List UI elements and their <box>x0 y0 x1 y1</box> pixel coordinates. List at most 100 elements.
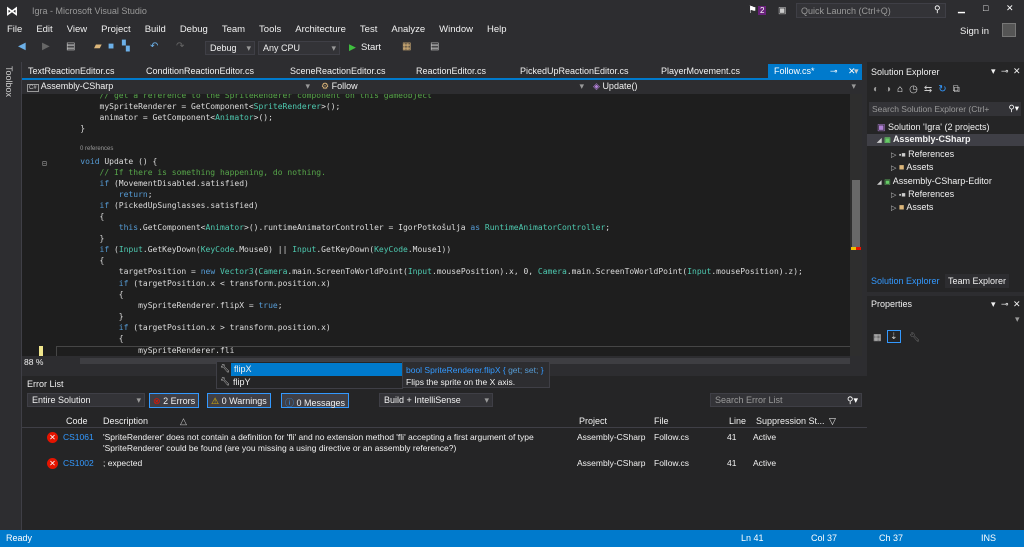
search-error-list-input[interactable]: Search Error List ⚲▾ <box>710 393 862 407</box>
forward-icon[interactable]: ▶ <box>42 41 50 52</box>
toolbar-tool-icon[interactable]: ▤ <box>430 41 439 52</box>
quick-launch-input[interactable]: Quick Launch (Ctrl+Q) <box>796 3 946 18</box>
code-line[interactable]: if (MovementDisabled.satisfied) <box>61 179 249 190</box>
close-icon[interactable]: ✕ <box>1013 299 1021 310</box>
redo-icon[interactable]: ↷ <box>176 41 184 52</box>
messages-filter-button[interactable]: ⓘ 0 Messages <box>281 393 350 408</box>
code-line[interactable]: if (targetPosition.x > transform.positio… <box>61 323 331 334</box>
tab-team-explorer[interactable]: Team Explorer <box>945 274 1010 288</box>
forward-icon[interactable]: ◑ <box>885 84 897 95</box>
errors-filter-button[interactable]: ⊗ 2 Errors <box>149 393 200 408</box>
code-line[interactable]: } <box>61 234 105 245</box>
column-line[interactable]: Line <box>729 416 746 426</box>
sync-icon[interactable]: ⇆ <box>924 84 938 95</box>
warnings-filter-button[interactable]: ⚠ 0 Warnings <box>207 393 271 408</box>
maximize-icon[interactable]: □ <box>983 3 988 13</box>
tree-project-assembly-csharp[interactable]: ◢ ▣ Assembly-CSharp <box>867 134 1024 146</box>
avatar[interactable] <box>1002 23 1016 37</box>
menu-edit[interactable]: Edit <box>29 22 59 38</box>
menu-analyze[interactable]: Analyze <box>384 22 432 38</box>
zoom-level[interactable]: 88 % <box>24 357 43 367</box>
pin-icon[interactable]: ⊸ <box>1001 66 1009 77</box>
code-line[interactable]: mySpriteRenderer.fli <box>61 346 234 356</box>
column-file[interactable]: File <box>654 416 669 426</box>
scrollbar-thumb[interactable] <box>852 180 860 250</box>
minimize-icon[interactable]: ▁ <box>958 3 965 14</box>
collapse-all-icon[interactable]: ⧉ <box>953 84 966 95</box>
menu-team[interactable]: Team <box>215 22 252 38</box>
tab-overflow-icon[interactable]: ▾ <box>848 64 865 78</box>
filter-icon[interactable]: ▽ <box>829 416 836 427</box>
code-line[interactable]: void Update () { <box>61 157 157 168</box>
column-project[interactable]: Project <box>579 416 607 426</box>
dropdown-icon[interactable]: ▾ <box>991 299 996 310</box>
toolbox-strip[interactable]: Toolbox <box>0 62 22 530</box>
tab-player-movement[interactable]: PlayerMovement.cs <box>655 64 746 78</box>
solution-search-input[interactable]: Search Solution Explorer (Ctrl+ ⚲▾ <box>869 102 1021 116</box>
history-icon[interactable]: ◷ <box>909 84 924 95</box>
chevron-down-icon[interactable]: ▾ <box>1015 314 1020 325</box>
sign-in-link[interactable]: Sign in <box>960 26 989 37</box>
notification-flag-icon[interactable]: ⚑ <box>748 5 757 16</box>
code-line[interactable]: } <box>61 312 124 323</box>
code-line[interactable]: if (targetPosition.x < transform.positio… <box>61 279 331 290</box>
code-line[interactable]: return; <box>61 190 153 201</box>
refresh-icon[interactable]: ↻ <box>938 84 952 95</box>
tree-assets[interactable]: ▷ ■ Assets <box>891 162 933 172</box>
code-line[interactable]: this.GetComponent<Animator>().runtimeAni… <box>61 223 610 234</box>
tab-condition-reaction-editor[interactable]: ConditionReactionEditor.cs <box>140 64 260 78</box>
tree-references[interactable]: ▷ ▪■ References <box>891 189 954 199</box>
column-code[interactable]: Code <box>66 416 88 426</box>
menu-view[interactable]: View <box>60 22 94 38</box>
new-project-icon[interactable]: ▤ <box>66 41 75 52</box>
notification-badge[interactable]: 2 <box>758 6 767 15</box>
code-line[interactable]: mySpriteRenderer = GetComponent<SpriteRe… <box>61 102 341 113</box>
code-line[interactable]: { <box>61 256 105 267</box>
menu-debug[interactable]: Debug <box>173 22 215 38</box>
tab-reaction-editor[interactable]: ReactionEditor.cs <box>410 64 492 78</box>
save-icon[interactable]: ■ <box>108 41 114 52</box>
tree-solution[interactable]: ▣ Solution 'Igra' (2 projects) <box>877 122 990 133</box>
code-line[interactable]: if (PickedUpSunglasses.satisfied) <box>61 201 259 212</box>
code-line[interactable]: // If there is something happening, do n… <box>61 168 326 179</box>
code-line[interactable]: } <box>61 124 85 135</box>
code-line[interactable]: { <box>61 212 105 223</box>
menu-window[interactable]: Window <box>432 22 480 38</box>
codelens-references[interactable]: 0 references <box>80 146 113 152</box>
tree-references[interactable]: ▷ ▪■ References <box>891 149 954 159</box>
code-line[interactable]: // get a reference to the SpriteRenderer… <box>61 94 432 102</box>
tab-picked-up-reaction-editor[interactable]: PickedUpReactionEditor.cs <box>514 64 635 78</box>
search-icon[interactable]: ⚲ <box>934 4 941 15</box>
error-code-link[interactable]: CS1061 <box>63 432 94 442</box>
pin-icon[interactable]: ⊸ <box>830 66 838 77</box>
member-dropdown[interactable]: ◈ Update() ▾ <box>590 81 860 93</box>
scope-dropdown[interactable]: Entire Solution ▾ <box>27 393 145 407</box>
menu-test[interactable]: Test <box>353 22 384 38</box>
code-line[interactable]: { <box>61 334 124 345</box>
tab-solution-explorer[interactable]: Solution Explorer <box>871 276 940 286</box>
close-icon[interactable]: ✕ <box>1013 66 1021 77</box>
pin-icon[interactable]: ⊸ <box>1001 299 1009 310</box>
feedback-icon[interactable]: ▣ <box>778 5 787 16</box>
home-icon[interactable]: ⌂ <box>897 84 909 95</box>
collapse-icon[interactable]: ⊟ <box>42 159 47 168</box>
dropdown-icon[interactable]: ▾ <box>991 66 996 77</box>
class-dropdown[interactable]: ⚙ Follow ▾ <box>318 81 588 93</box>
project-dropdown[interactable]: C# Assembly-CSharp ▾ <box>24 81 314 93</box>
completion-item-flipy[interactable]: 🔧︎ flipY <box>217 376 402 389</box>
open-icon[interactable]: ▰ <box>94 41 102 52</box>
table-row[interactable]: ✕ CS1002 ; expected Assembly-CSharp Foll… <box>22 458 867 470</box>
completion-item-flipx[interactable]: flipX <box>231 363 402 376</box>
table-row[interactable]: ✕ CS1061 'SpriteRenderer' does not conta… <box>22 432 867 456</box>
menu-file[interactable]: File <box>0 22 29 38</box>
code-line[interactable]: mySpriteRenderer.flipX = true; <box>61 301 283 312</box>
tree-project-assembly-csharp-editor[interactable]: ◢ ▣ Assembly-CSharp-Editor <box>877 176 992 186</box>
menu-architecture[interactable]: Architecture <box>288 22 353 38</box>
play-icon[interactable]: ▶ <box>349 42 356 53</box>
configuration-dropdown[interactable]: Debug ▾ <box>205 41 255 55</box>
menu-project[interactable]: Project <box>94 22 138 38</box>
back-icon[interactable]: ◐ <box>873 84 885 95</box>
tree-assets[interactable]: ▷ ■ Assets <box>891 202 933 212</box>
close-icon[interactable]: ✕ <box>1006 3 1014 14</box>
menu-tools[interactable]: Tools <box>252 22 288 38</box>
